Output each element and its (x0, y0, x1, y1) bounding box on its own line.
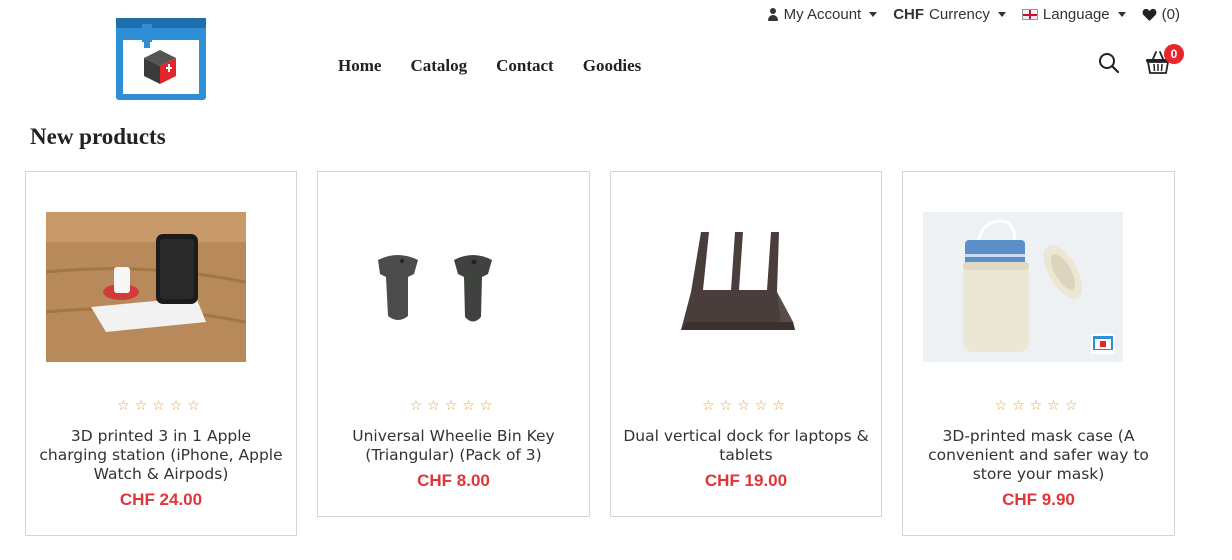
cart-count-badge: 0 (1164, 44, 1184, 64)
currency-code: CHF (893, 6, 925, 23)
rating-stars: ☆☆☆☆☆ (702, 397, 790, 413)
nav-goodies[interactable]: Goodies (583, 56, 642, 76)
product-card[interactable]: ☆☆☆☆☆ Dual vertical dock for laptops & t… (610, 171, 882, 517)
product-name[interactable]: Universal Wheelie Bin Key (Triangular) (… (330, 427, 577, 465)
product-card[interactable]: ☆☆☆☆☆ 3D-printed mask case (A convenient… (902, 171, 1175, 536)
rating-stars: ☆☆☆☆☆ (994, 397, 1083, 413)
product-price: CHF 9.90 (1002, 490, 1075, 509)
nav-catalog[interactable]: Catalog (410, 56, 467, 76)
currency-selector[interactable]: CHF Currency (893, 6, 1006, 23)
rating-stars: ☆☆☆☆☆ (409, 397, 498, 413)
chevron-down-icon (997, 12, 1006, 17)
user-icon (767, 7, 779, 22)
section-title: New products (30, 124, 166, 149)
account-menu[interactable]: My Account (767, 6, 878, 23)
nav-contact[interactable]: Contact (496, 56, 554, 76)
language-selector[interactable]: Language (1021, 6, 1126, 23)
search-button[interactable] (1097, 51, 1121, 75)
product-price: CHF 19.00 (704, 471, 788, 490)
cart-button[interactable]: 0 (1145, 44, 1185, 76)
main-nav: Home Catalog Contact Goodies (338, 56, 670, 76)
site-logo[interactable] (114, 16, 208, 102)
product-name[interactable]: 3D printed 3 in 1 Apple charging station… (38, 427, 284, 484)
product-name[interactable]: Dual vertical dock for laptops & tablets (623, 427, 869, 465)
product-card[interactable]: ☆☆☆☆☆ Universal Wheelie Bin Key (Triangu… (317, 171, 590, 517)
product-image[interactable] (631, 212, 831, 362)
account-label: My Account (783, 6, 862, 23)
product-price: CHF 8.00 (417, 471, 490, 490)
product-card[interactable]: ☆☆☆☆☆ 3D printed 3 in 1 Apple charging s… (25, 171, 297, 536)
product-image[interactable] (46, 212, 246, 362)
top-utility-bar: My Account CHF Currency Language (0) (767, 6, 1180, 23)
chevron-down-icon (1117, 12, 1126, 17)
search-icon (1099, 53, 1120, 74)
3d-printer-logo-icon (116, 18, 206, 100)
product-name[interactable]: 3D-printed mask case (A convenient and s… (915, 427, 1162, 484)
product-image[interactable] (923, 212, 1123, 362)
uk-flag-icon (1021, 9, 1038, 20)
currency-label: Currency (929, 6, 990, 23)
product-image[interactable] (338, 212, 538, 362)
wishlist-link[interactable]: (0) (1142, 6, 1180, 23)
nav-home[interactable]: Home (338, 56, 381, 76)
wishlist-count: (0) (1161, 6, 1180, 23)
heart-icon (1142, 8, 1157, 21)
rating-stars: ☆☆☆☆☆ (117, 397, 205, 413)
chevron-down-icon (869, 12, 878, 17)
product-price: CHF 24.00 (119, 490, 203, 509)
language-label: Language (1042, 6, 1110, 23)
